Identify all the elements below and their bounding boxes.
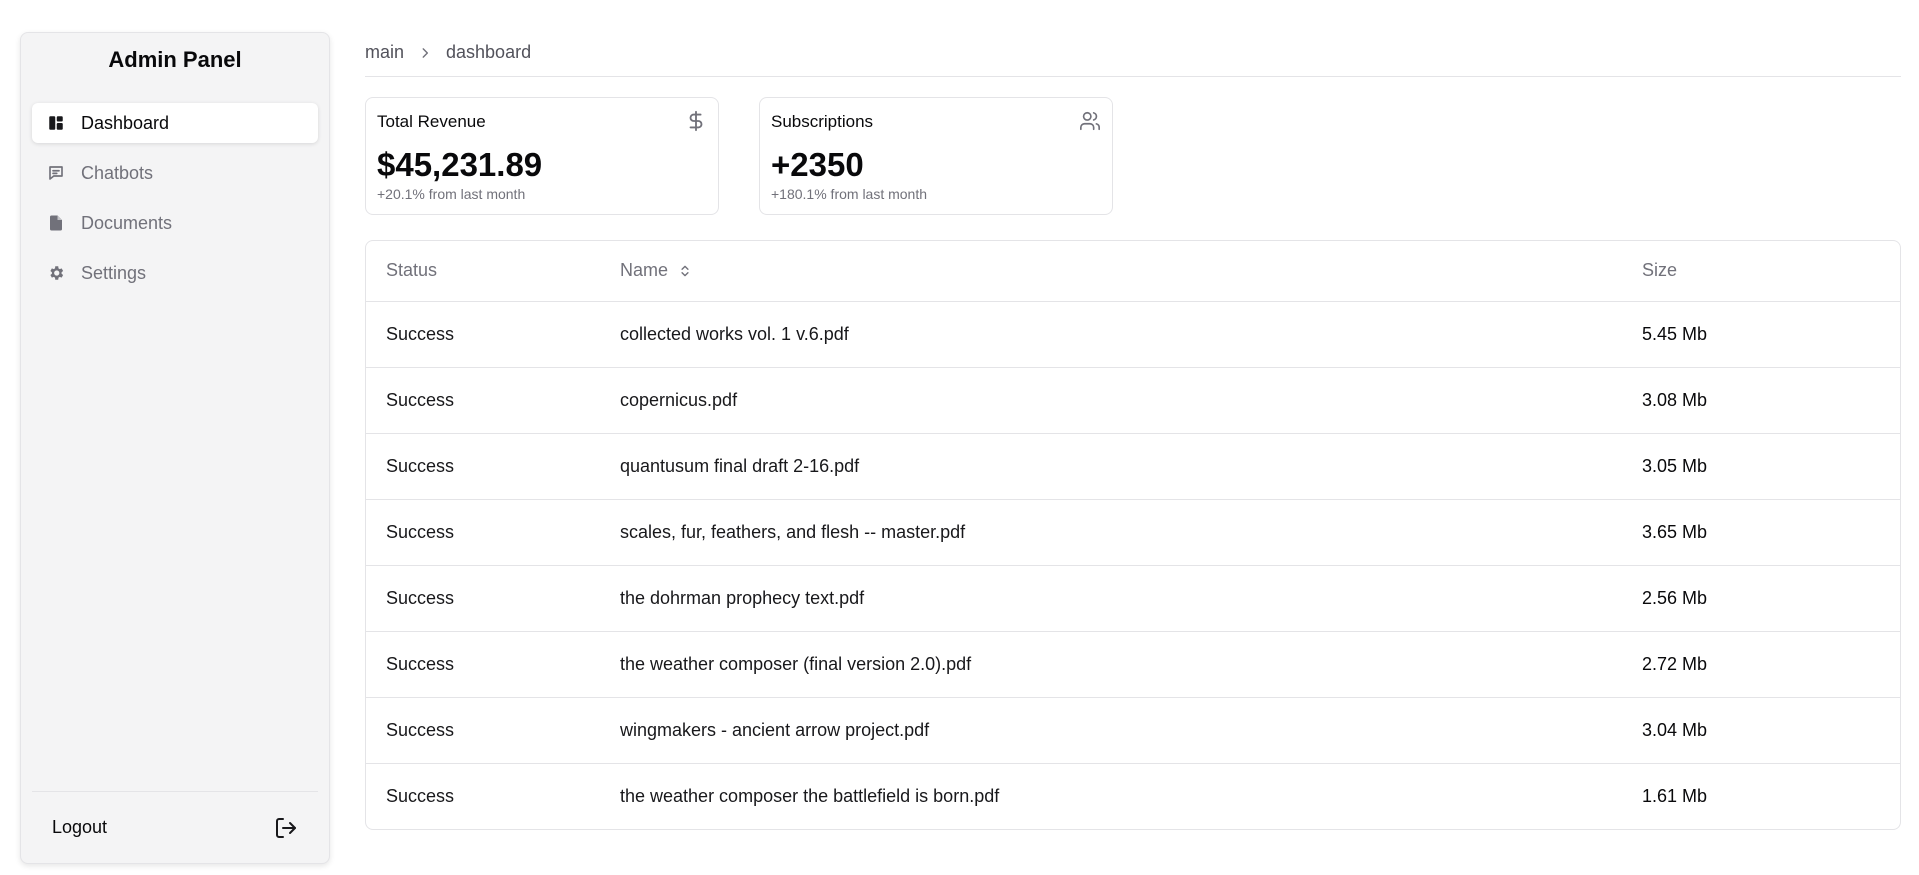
name-cell: the weather composer (final version 2.0)… [620, 631, 1642, 698]
size-cell: 3.08 Mb [1642, 367, 1900, 434]
size-cell: 1.61 Mb [1642, 785, 1708, 806]
dashboard-icon [47, 114, 65, 132]
sort-by-name-button[interactable]: Name [620, 260, 692, 281]
size-cell: 3.04 Mb [1642, 697, 1900, 764]
status-cell: Success [366, 499, 620, 566]
card-note: +180.1% from last month [771, 186, 928, 202]
sidebar-item-label: Dashboard [81, 112, 170, 133]
card-value: +2350 [771, 146, 864, 183]
status-cell: Success [366, 565, 620, 632]
name-cell: quantusum final draft 2-16.pdf [620, 433, 1642, 500]
users-icon [1079, 110, 1101, 132]
table-row[interactable]: Success the dohrman prophecy text.pdf 2.… [366, 565, 1900, 632]
table-row[interactable]: Success the weather composer (final vers… [366, 631, 1900, 698]
table-row[interactable]: Success collected works vol. 1 v.6.pdf 5… [366, 301, 1900, 368]
table-row[interactable]: Success the weather composer the battlef… [366, 763, 1900, 829]
card-label: Subscriptions [771, 112, 874, 131]
column-header-size: Size [1642, 241, 1900, 302]
sidebar-item-label: Chatbots [81, 162, 154, 183]
card-value: $45,231.89 [377, 146, 543, 183]
sidebar-item-label: Documents [81, 212, 173, 233]
status-cell: Success [366, 367, 620, 434]
subscriptions-card: Subscriptions +2350 +180.1% from last mo… [759, 97, 1113, 215]
name-cell: the weather composer the battlefield is … [620, 785, 1000, 806]
size-cell: 5.45 Mb [1642, 301, 1900, 368]
sidebar-item-documents[interactable]: Documents [32, 203, 318, 243]
status-cell: Success [366, 697, 620, 764]
column-header-status: Status [366, 241, 620, 302]
sidebar-item-settings[interactable]: Settings [32, 253, 318, 293]
size-cell: 3.05 Mb [1642, 433, 1900, 500]
chatbot-icon [47, 164, 65, 182]
status-cell: Success [386, 785, 455, 806]
size-cell: 2.56 Mb [1642, 565, 1900, 632]
sidebar-title: Admin Panel [108, 47, 242, 72]
name-cell: scales, fur, feathers, and flesh -- mast… [620, 499, 1642, 566]
column-header-name-label: Name [620, 260, 669, 281]
document-icon [47, 214, 65, 232]
sidebar-item-dashboard[interactable]: Dashboard [32, 103, 318, 143]
name-cell: collected works vol. 1 v.6.pdf [620, 301, 1642, 368]
chevron-right-icon [418, 46, 432, 60]
logout-icon[interactable] [274, 816, 298, 840]
table-row[interactable]: Success quantusum final draft 2-16.pdf 3… [366, 433, 1900, 500]
status-cell: Success [366, 301, 620, 368]
breadcrumb-root[interactable]: main [365, 42, 404, 63]
card-label: Total Revenue [377, 112, 486, 131]
table-row[interactable]: Success copernicus.pdf 3.08 Mb [366, 367, 1900, 434]
sidebar-footer: Logout [32, 791, 318, 863]
documents-table: Status Name Size Success collected works… [365, 240, 1901, 830]
sidebar-item-label: Settings [81, 262, 147, 283]
breadcrumb: main dashboard [365, 42, 531, 63]
card-note: +20.1% from last month [377, 186, 526, 202]
table-row[interactable]: Success scales, fur, feathers, and flesh… [366, 499, 1900, 566]
size-cell: 3.65 Mb [1642, 499, 1900, 566]
gear-icon [47, 264, 65, 282]
breadcrumb-current: dashboard [446, 42, 532, 62]
sort-icon [678, 264, 692, 278]
sidebar-item-chatbots[interactable]: Chatbots [32, 153, 318, 193]
status-cell: Success [366, 631, 620, 698]
status-cell: Success [366, 433, 620, 500]
revenue-card: Total Revenue $45,231.89 +20.1% from las… [365, 97, 719, 215]
table-header-row: Status Name Size [366, 241, 1900, 302]
sidebar: Admin Panel Dashboard Chatbots Documents… [20, 32, 330, 864]
size-cell: 2.72 Mb [1642, 631, 1900, 698]
column-header-name[interactable]: Name [620, 241, 1642, 302]
logout-label[interactable]: Logout [52, 817, 107, 838]
name-cell: wingmakers - ancient arrow project.pdf [620, 697, 1642, 764]
header-divider [365, 76, 1901, 77]
dollar-icon [685, 110, 707, 132]
name-cell: copernicus.pdf [620, 367, 1642, 434]
sidebar-nav: Dashboard Chatbots Documents Settings [32, 103, 318, 303]
table-row[interactable]: Success wingmakers - ancient arrow proje… [366, 697, 1900, 764]
name-cell: the dohrman prophecy text.pdf [620, 565, 1642, 632]
